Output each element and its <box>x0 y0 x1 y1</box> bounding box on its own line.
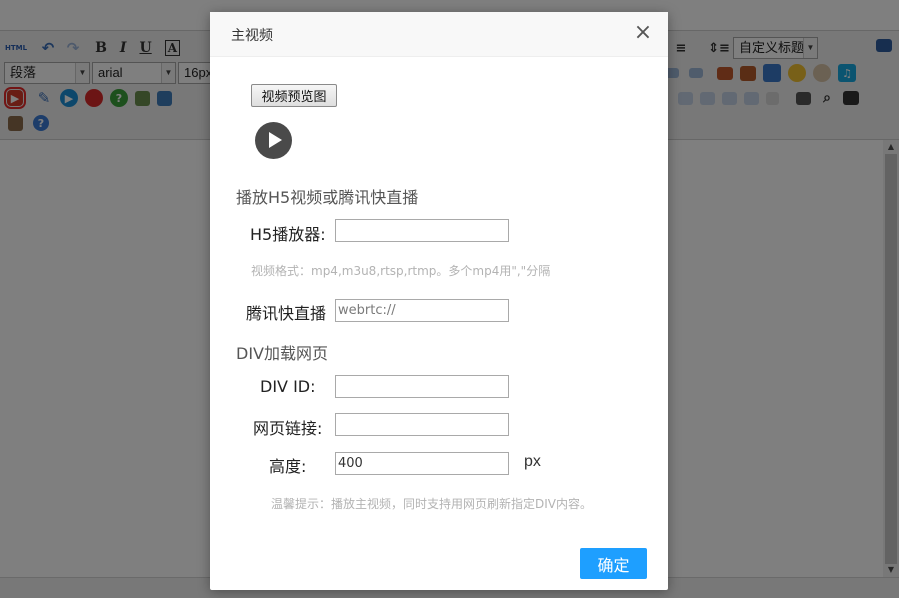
video-preview-button[interactable]: 视频预览图 <box>251 84 337 107</box>
height-input[interactable] <box>335 452 509 475</box>
section-div-heading: DIV加载网页 <box>236 344 328 363</box>
dialog-header: 主视频 × <box>210 12 668 57</box>
h5-player-input[interactable] <box>335 219 509 242</box>
dialog-title: 主视频 <box>231 28 273 44</box>
page-url-label: 网页链接: <box>253 419 323 438</box>
main-video-dialog: 主视频 × 视频预览图 播放H5视频或腾讯快直播 H5播放器: 视频格式：mp4… <box>210 12 668 590</box>
play-icon[interactable] <box>255 122 292 159</box>
warm-tip: 温馨提示：播放主视频，同时支持用网页刷新指定DIV内容。 <box>271 497 592 511</box>
video-format-hint: 视频格式：mp4,m3u8,rtsp,rtmp。多个mp4用","分隔 <box>251 264 551 278</box>
section-h5-heading: 播放H5视频或腾讯快直播 <box>236 188 419 207</box>
div-id-label: DIV ID: <box>260 377 316 396</box>
h5-player-label: H5播放器: <box>250 225 326 244</box>
div-id-input[interactable] <box>335 375 509 398</box>
height-unit: px <box>524 453 541 470</box>
close-icon[interactable]: × <box>632 22 654 45</box>
page-url-input[interactable] <box>335 413 509 436</box>
height-label: 高度: <box>269 457 307 476</box>
tencent-live-label: 腾讯快直播 <box>246 304 327 323</box>
tencent-live-input[interactable] <box>335 299 509 322</box>
confirm-button[interactable]: 确定 <box>580 548 647 579</box>
